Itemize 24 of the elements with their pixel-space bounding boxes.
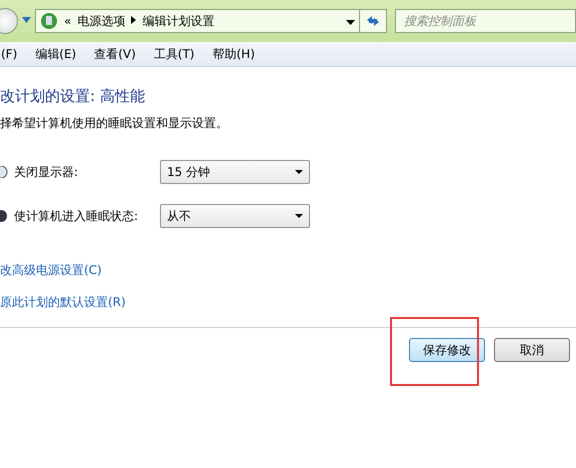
dropdown-arrow-icon: [295, 170, 303, 174]
breadcrumb-arrow-icon[interactable]: [131, 16, 136, 26]
settings-link[interactable]: 改高级电源设置(C): [0, 262, 102, 279]
refresh-arrows-icon: [365, 14, 381, 28]
address-bar[interactable]: « 电源选项 编辑计划设置: [35, 9, 360, 33]
menu-item[interactable]: 查看(V): [94, 46, 136, 62]
dropdown-arrow-icon: [295, 214, 303, 218]
menu-item[interactable]: 帮助(H): [212, 46, 255, 62]
dialog-button[interactable]: 保存修改: [409, 338, 485, 362]
page-title: 改计划的设置: 高性能: [0, 87, 146, 106]
dropdown[interactable]: 从不: [160, 204, 310, 228]
refresh-button[interactable]: [359, 9, 387, 33]
menu-item[interactable]: (F): [1, 47, 18, 61]
dialog-button[interactable]: 取消: [494, 338, 570, 362]
settings-link[interactable]: 原此计划的默认设置(R): [0, 294, 126, 311]
menu-item[interactable]: 编辑(E): [35, 46, 76, 62]
setting-label: 使计算机进入睡眠状态:: [14, 208, 140, 224]
breadcrumb-item[interactable]: 电源选项: [77, 12, 126, 30]
overflow-chevron[interactable]: «: [64, 14, 72, 28]
dropdown[interactable]: 15 分钟: [160, 160, 310, 184]
setting-label: 关闭显示器:: [14, 164, 80, 180]
page-description: 择希望计算机使用的睡眠设置和显示设置。: [0, 115, 229, 132]
breadcrumb-item[interactable]: 编辑计划设置: [142, 12, 214, 30]
menu-item[interactable]: 工具(T): [154, 46, 194, 62]
